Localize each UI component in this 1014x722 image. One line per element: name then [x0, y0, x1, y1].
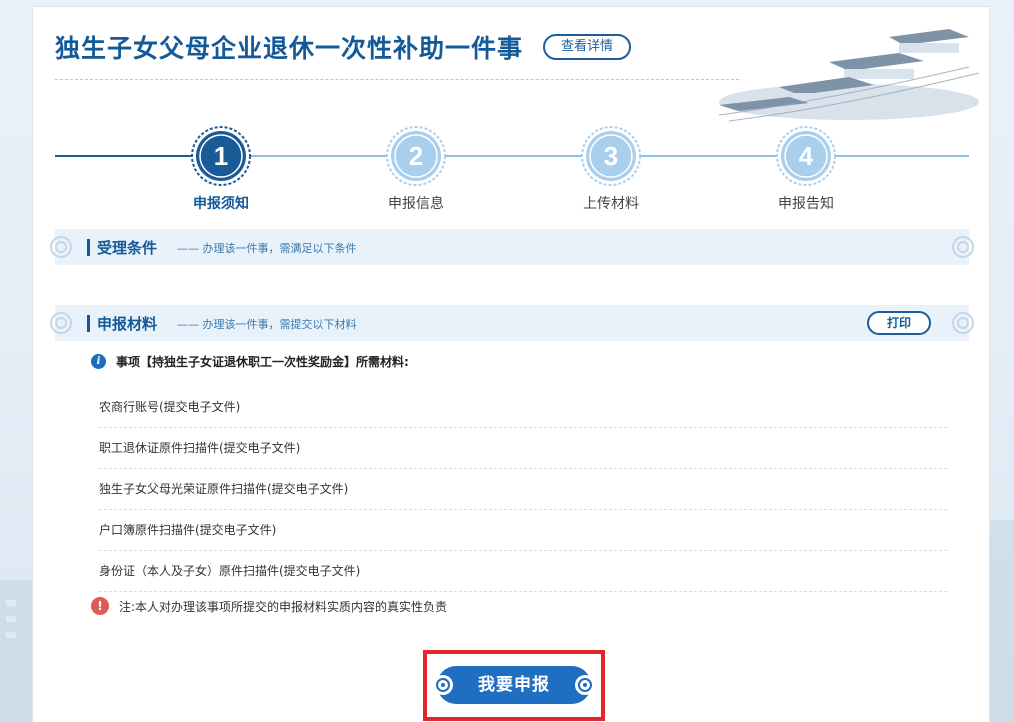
cloud-ornament-icon: [50, 236, 72, 258]
material-item-header: i 事项【持独生子女证退休职工一次性奖励金】所需材料:: [91, 353, 409, 370]
apply-button-highlight: 我要申报: [423, 650, 605, 721]
materials-list: 农商行账号(提交电子文件) 职工退休证原件扫描件(提交电子文件) 独生子女父母光…: [99, 387, 947, 592]
knot-ornament-icon: [575, 675, 595, 695]
conditions-section-header: 受理条件 —— 办理该一件事，需满足以下条件: [50, 229, 974, 265]
step-3-badge: 3: [580, 125, 642, 187]
step-4: 4 申报告知: [746, 125, 866, 213]
view-details-button[interactable]: 查看详情: [543, 34, 632, 60]
note-text: 注:本人对办理该事项所提交的申报材料实质内容的真实性负责: [119, 599, 448, 614]
section-marker: [87, 315, 90, 332]
material-list-item: 农商行账号(提交电子文件): [99, 387, 947, 428]
step-2-label: 申报信息: [388, 196, 444, 212]
material-list-item: 独生子女父母光荣证原件扫描件(提交电子文件): [99, 469, 947, 510]
cloud-ornament-icon: [952, 312, 974, 334]
step-1-badge: 1: [190, 125, 252, 187]
step-1: 1 申报须知: [161, 125, 281, 213]
title-divider: [55, 79, 739, 80]
step-4-number: 4: [799, 141, 814, 171]
step-4-label: 申报告知: [778, 196, 834, 212]
conditions-description: —— 办理该一件事，需满足以下条件: [177, 242, 357, 255]
main-card: 独生子女父母企业退休一次性补助一件事 查看详情 1 申报须知 2 申报信息 3 …: [32, 6, 990, 722]
materials-section-header: 申报材料 —— 办理该一件事，需提交以下材料 打印: [50, 305, 974, 341]
section-marker: [87, 239, 90, 256]
step-3: 3 上传材料: [551, 125, 671, 213]
materials-title: 申报材料: [97, 315, 158, 333]
progress-stepper: 1 申报须知 2 申报信息 3 上传材料 4 申报告知: [55, 119, 969, 219]
cloud-ornament-icon: [50, 312, 72, 334]
step-3-number: 3: [604, 141, 618, 171]
page-title: 独生子女父母企业退休一次性补助一件事: [55, 34, 524, 63]
material-list-item: 身份证（本人及子女）原件扫描件(提交电子文件): [99, 551, 947, 592]
info-icon: i: [91, 354, 106, 369]
print-button[interactable]: 打印: [867, 311, 931, 335]
step-1-number: 1: [214, 141, 228, 171]
title-area: 独生子女父母企业退休一次性补助一件事 查看详情: [55, 29, 632, 65]
step-2-number: 2: [409, 141, 423, 171]
ancient-architecture-illustration: [718, 29, 980, 122]
step-4-badge: 4: [775, 125, 837, 187]
step-2-badge: 2: [385, 125, 447, 187]
conditions-title: 受理条件: [97, 239, 158, 257]
step-3-label: 上传材料: [583, 196, 639, 212]
material-item-title: 事项【持独生子女证退休职工一次性奖励金】所需材料:: [116, 355, 409, 369]
step-1-label: 申报须知: [193, 196, 249, 212]
cloud-ornament-icon: [952, 236, 974, 258]
apply-button[interactable]: 我要申报: [433, 666, 595, 704]
step-2: 2 申报信息: [356, 125, 476, 213]
material-list-item: 户口簿原件扫描件(提交电子文件): [99, 510, 947, 551]
responsibility-note: ! 注:本人对办理该事项所提交的申报材料实质内容的真实性负责: [91, 597, 447, 615]
exclamation-icon: !: [91, 597, 109, 615]
materials-description: —— 办理该一件事，需提交以下材料: [177, 318, 357, 331]
apply-button-label: 我要申报: [478, 675, 550, 695]
material-list-item: 职工退休证原件扫描件(提交电子文件): [99, 428, 947, 469]
knot-ornament-icon: [433, 675, 453, 695]
